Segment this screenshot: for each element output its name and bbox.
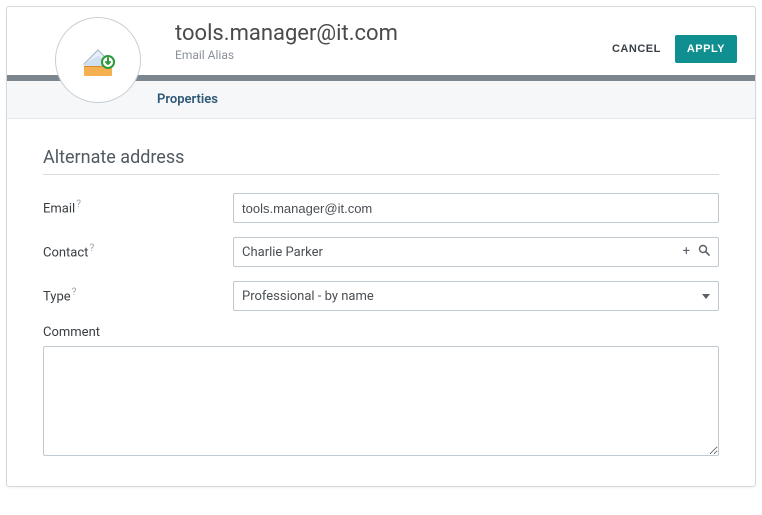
form-body: Alternate address Email? Contact? Charli…	[7, 119, 755, 486]
label-contact: Contact?	[43, 237, 233, 260]
label-type: Type?	[43, 281, 233, 304]
apply-button[interactable]: APPLY	[675, 35, 737, 63]
label-type-text: Type	[43, 289, 71, 304]
page-subtitle: Email Alias	[175, 48, 608, 62]
help-icon[interactable]: ?	[89, 243, 94, 254]
add-icon[interactable]: +	[683, 244, 690, 260]
contact-value: Charlie Parker	[242, 245, 323, 260]
type-value: Professional - by name	[242, 289, 374, 304]
chevron-down-icon	[702, 294, 710, 299]
label-contact-text: Contact	[43, 245, 88, 260]
help-icon[interactable]: ?	[76, 199, 81, 210]
contact-lookup[interactable]: Charlie Parker +	[233, 237, 719, 267]
label-email: Email?	[43, 193, 233, 216]
help-icon[interactable]: ?	[72, 287, 77, 298]
cancel-button[interactable]: CANCEL	[608, 37, 665, 61]
row-contact: Contact? Charlie Parker +	[43, 237, 719, 267]
dialog-header: tools.manager@it.com Email Alias CANCEL …	[7, 7, 755, 67]
row-comment: Comment	[43, 325, 719, 460]
email-input[interactable]	[233, 193, 719, 223]
tab-properties[interactable]: Properties	[157, 92, 218, 107]
section-title: Alternate address	[43, 147, 719, 175]
dialog-card: tools.manager@it.com Email Alias CANCEL …	[6, 6, 756, 487]
search-icon[interactable]	[698, 244, 710, 260]
type-select[interactable]: Professional - by name	[233, 281, 719, 311]
row-type: Type? Professional - by name	[43, 281, 719, 311]
page-title: tools.manager@it.com	[175, 21, 608, 46]
email-alias-icon	[55, 17, 141, 103]
comment-textarea[interactable]	[43, 346, 719, 456]
label-email-text: Email	[43, 201, 75, 216]
label-comment: Comment	[43, 325, 719, 340]
row-email: Email?	[43, 193, 719, 223]
